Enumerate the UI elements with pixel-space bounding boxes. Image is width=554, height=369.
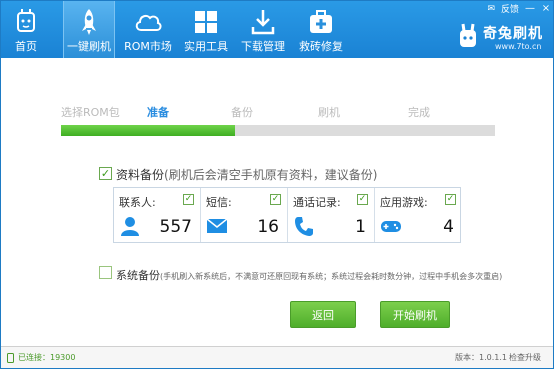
data-backup-label: 资料备份(刷机后会清空手机原有资料，建议备份): [116, 168, 378, 182]
system-backup-checkbox[interactable]: [99, 266, 112, 279]
rocket-icon: [82, 9, 96, 35]
calls-checkbox[interactable]: ✓: [357, 194, 368, 205]
progress-bar: [61, 125, 495, 136]
nav-label: ROM市场: [124, 40, 172, 53]
nav-home[interactable]: 首页: [1, 1, 51, 58]
nav-rom-market[interactable]: ROM市场: [123, 1, 173, 58]
close-button[interactable]: ×: [541, 3, 551, 14]
backup-item-sms: 短信: ✓ 16: [201, 188, 288, 242]
contacts-checkbox[interactable]: ✓: [183, 194, 194, 205]
step-prepare: 准备: [147, 106, 169, 119]
contacts-count: 557: [159, 217, 192, 237]
nav-label: 首页: [15, 40, 37, 53]
phone-icon: [295, 217, 313, 236]
calls-count: 1: [355, 217, 366, 237]
home-rabbit-icon: [17, 9, 35, 32]
window-controls: ✉ 反馈 — ×: [487, 2, 551, 15]
backup-item-apps: 应用游戏: ✓ 4: [380, 194, 456, 237]
feedback-link[interactable]: 反馈: [501, 2, 519, 15]
step-flash: 刷机: [318, 106, 340, 119]
check-update-link[interactable]: 检查升级: [509, 352, 541, 363]
progress-fill: [61, 125, 235, 136]
connection-status: 已连接：19300: [7, 352, 75, 363]
brand-logo: 奇兔刷机 www.7to.cn: [455, 23, 545, 55]
first-aid-icon: [310, 10, 332, 33]
nav-one-click-flash[interactable]: 一键刷机: [63, 1, 115, 58]
minimize-button[interactable]: —: [525, 3, 535, 14]
nav-label: 实用工具: [184, 40, 228, 53]
brand-name: 奇兔刷机: [483, 26, 543, 42]
rabbit-logo-icon: [460, 23, 476, 47]
sms-count: 16: [257, 217, 279, 237]
nav-brick-repair[interactable]: 救砖修复: [295, 1, 347, 58]
flash-steps: 选择ROM包 准备 备份 刷机 完成: [61, 104, 495, 119]
start-flash-button[interactable]: 开始刷机: [380, 301, 450, 328]
grid-icon: [195, 11, 217, 33]
status-bar: 已连接：19300 版本：1.0.1.1 检查升级: [1, 346, 553, 368]
nav-label: 下载管理: [241, 40, 285, 53]
top-nav-bar: 首页 一键刷机 ROM市场 实用工具 下载管理 救砖修复 ✉ 反馈 — × 奇兔…: [1, 1, 553, 58]
step-backup: 备份: [231, 106, 253, 119]
phone-small-icon: [7, 352, 14, 363]
sms-envelope-icon: [206, 218, 228, 233]
data-backup-checkbox[interactable]: ✓: [99, 167, 112, 180]
backup-item-calls: 通话记录: ✓ 1: [288, 188, 375, 242]
step-done: 完成: [408, 106, 430, 119]
backup-items-panel: 联系人: ✓ 557 短信: ✓ 16 通话记录: ✓ 1 应用游戏: ✓ 4: [113, 187, 461, 243]
system-backup-label: 系统备份(手机刷入新系统后，不满意可还原回现有系统；系统过程会耗时数分钟，过程中…: [116, 269, 503, 282]
app-window: 首页 一键刷机 ROM市场 实用工具 下载管理 救砖修复 ✉ 反馈 — × 奇兔…: [0, 0, 554, 369]
nav-downloads[interactable]: 下载管理: [237, 1, 289, 58]
brand-site: www.7to.cn: [495, 42, 542, 51]
version-text: 版本：1.0.1.1: [455, 353, 507, 362]
step-select-rom: 选择ROM包: [61, 106, 120, 119]
back-button[interactable]: 返回: [290, 301, 356, 328]
nav-label: 救砖修复: [299, 40, 343, 53]
feedback-icon: ✉: [487, 3, 495, 14]
contact-icon: [121, 217, 139, 236]
apps-count: 4: [443, 217, 454, 237]
nav-label: 一键刷机: [67, 40, 111, 53]
apps-checkbox[interactable]: ✓: [445, 194, 456, 205]
backup-item-contacts: 联系人: ✓ 557: [114, 188, 201, 242]
cloud-icon: [135, 14, 162, 31]
download-icon: [251, 10, 275, 35]
sms-checkbox[interactable]: ✓: [270, 194, 281, 205]
gamepad-icon: [381, 221, 401, 232]
nav-tools[interactable]: 实用工具: [181, 1, 231, 58]
